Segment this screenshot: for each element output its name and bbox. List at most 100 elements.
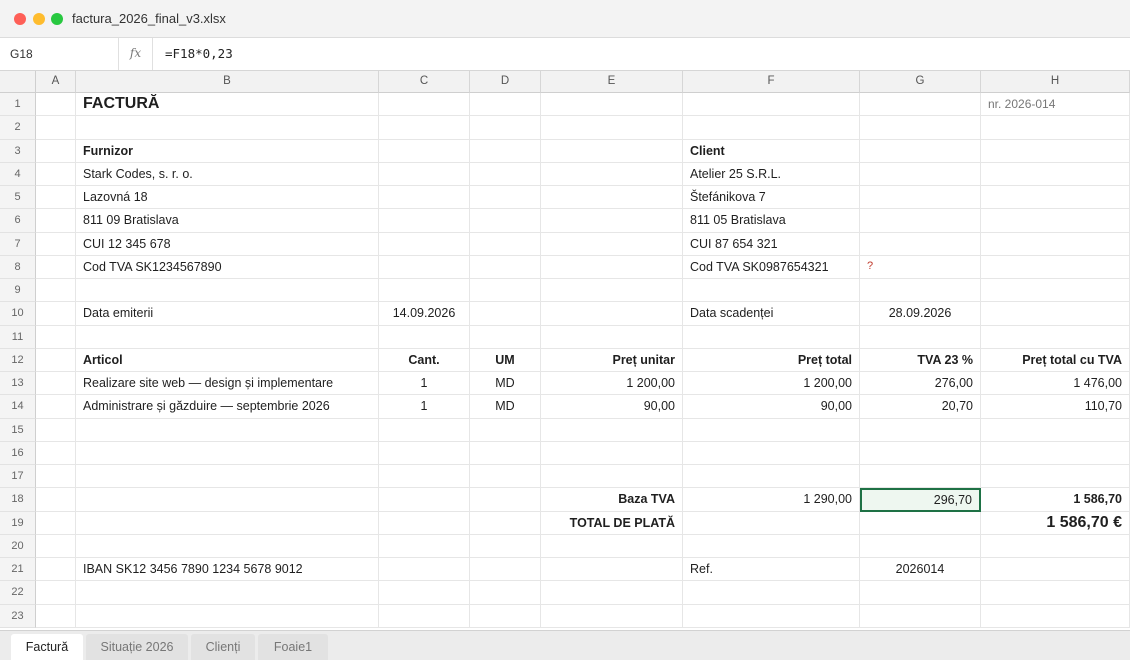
- cell-a5[interactable]: [36, 186, 76, 210]
- sheet-tab[interactable]: Factură: [11, 634, 83, 660]
- cell-c22[interactable]: [379, 581, 470, 605]
- cell-d18[interactable]: [470, 488, 541, 512]
- cell-c18[interactable]: [379, 488, 470, 512]
- cell-b2[interactable]: [76, 116, 379, 140]
- cell-b15[interactable]: [76, 418, 379, 442]
- cell-e15[interactable]: [541, 418, 683, 442]
- cell-f16[interactable]: [683, 441, 860, 465]
- cell-d16[interactable]: [470, 441, 541, 465]
- cell-g7[interactable]: [860, 232, 981, 256]
- cell-d4[interactable]: [470, 162, 541, 186]
- column-header-d[interactable]: D: [470, 71, 541, 93]
- row-header[interactable]: 12: [0, 348, 36, 372]
- cell-e11[interactable]: [541, 325, 683, 349]
- cell-g18[interactable]: 296,70: [860, 488, 981, 512]
- cell-b14[interactable]: Administrare și găzduire — septembrie 20…: [76, 395, 379, 419]
- cell-c23[interactable]: [379, 604, 470, 628]
- cell-a13[interactable]: [36, 372, 76, 396]
- cell-d14[interactable]: MD: [470, 395, 541, 419]
- column-header-f[interactable]: F: [683, 71, 860, 93]
- row-header[interactable]: 21: [0, 558, 36, 582]
- cell-f18[interactable]: 1 290,00: [683, 488, 860, 512]
- cell-a16[interactable]: [36, 441, 76, 465]
- cell-e3[interactable]: [541, 139, 683, 163]
- cell-g11[interactable]: [860, 325, 981, 349]
- cell-f7[interactable]: CUI 87 654 321: [683, 232, 860, 256]
- cell-b9[interactable]: [76, 279, 379, 303]
- cell-d2[interactable]: [470, 116, 541, 140]
- cell-f9[interactable]: [683, 279, 860, 303]
- cell-a21[interactable]: [36, 558, 76, 582]
- row-header[interactable]: 2: [0, 116, 36, 140]
- cell-e6[interactable]: [541, 209, 683, 233]
- cell-e9[interactable]: [541, 279, 683, 303]
- cell-e13[interactable]: 1 200,00: [541, 372, 683, 396]
- cell-g1[interactable]: [860, 93, 981, 117]
- cell-b8[interactable]: Cod TVA SK1234567890: [76, 255, 379, 279]
- cell-h2[interactable]: [981, 116, 1130, 140]
- cell-g9[interactable]: [860, 279, 981, 303]
- cell-a2[interactable]: [36, 116, 76, 140]
- cell-h12[interactable]: Preț total cu TVA: [981, 348, 1130, 372]
- row-header[interactable]: 10: [0, 302, 36, 326]
- row-header[interactable]: 20: [0, 534, 36, 558]
- cell-a14[interactable]: [36, 395, 76, 419]
- cell-b20[interactable]: [76, 534, 379, 558]
- row-header[interactable]: 15: [0, 418, 36, 442]
- cell-f6[interactable]: 811 05 Bratislava: [683, 209, 860, 233]
- cell-e17[interactable]: [541, 465, 683, 489]
- cell-e7[interactable]: [541, 232, 683, 256]
- cell-e20[interactable]: [541, 534, 683, 558]
- cell-d21[interactable]: [470, 558, 541, 582]
- cell-f8[interactable]: Cod TVA SK0987654321: [683, 255, 860, 279]
- cell-b19[interactable]: [76, 511, 379, 535]
- name-box[interactable]: G18: [0, 38, 119, 70]
- maximize-window-button[interactable]: [51, 13, 63, 25]
- cell-a22[interactable]: [36, 581, 76, 605]
- cell-h14[interactable]: 110,70: [981, 395, 1130, 419]
- cell-b4[interactable]: Stark Codes, s. r. o.: [76, 162, 379, 186]
- cell-a12[interactable]: [36, 348, 76, 372]
- formula-input[interactable]: =F18*0,23: [165, 46, 233, 61]
- row-header[interactable]: 16: [0, 441, 36, 465]
- cell-a9[interactable]: [36, 279, 76, 303]
- cell-e18[interactable]: Baza TVA: [541, 488, 683, 512]
- column-header-c[interactable]: C: [379, 71, 470, 93]
- cell-c10[interactable]: 14.09.2026: [379, 302, 470, 326]
- cell-a8[interactable]: [36, 255, 76, 279]
- row-header[interactable]: 18: [0, 488, 36, 512]
- cell-d13[interactable]: MD: [470, 372, 541, 396]
- cell-d10[interactable]: [470, 302, 541, 326]
- cell-g17[interactable]: [860, 465, 981, 489]
- cell-d8[interactable]: [470, 255, 541, 279]
- row-header[interactable]: 6: [0, 209, 36, 233]
- cell-d7[interactable]: [470, 232, 541, 256]
- cell-f20[interactable]: [683, 534, 860, 558]
- cell-e12[interactable]: Preț unitar: [541, 348, 683, 372]
- cell-b18[interactable]: [76, 488, 379, 512]
- row-header[interactable]: 8: [0, 255, 36, 279]
- cell-a6[interactable]: [36, 209, 76, 233]
- row-header[interactable]: 19: [0, 511, 36, 535]
- row-header[interactable]: 14: [0, 395, 36, 419]
- cell-b16[interactable]: [76, 441, 379, 465]
- cell-a11[interactable]: [36, 325, 76, 349]
- row-header[interactable]: 22: [0, 581, 36, 605]
- cell-a3[interactable]: [36, 139, 76, 163]
- cell-h7[interactable]: [981, 232, 1130, 256]
- cell-b12[interactable]: Articol: [76, 348, 379, 372]
- cell-c21[interactable]: [379, 558, 470, 582]
- cell-c11[interactable]: [379, 325, 470, 349]
- cell-e14[interactable]: 90,00: [541, 395, 683, 419]
- cell-g15[interactable]: [860, 418, 981, 442]
- cell-d9[interactable]: [470, 279, 541, 303]
- row-header[interactable]: 7: [0, 232, 36, 256]
- cell-d17[interactable]: [470, 465, 541, 489]
- cell-f3[interactable]: Client: [683, 139, 860, 163]
- cell-c17[interactable]: [379, 465, 470, 489]
- cell-a20[interactable]: [36, 534, 76, 558]
- cell-f23[interactable]: [683, 604, 860, 628]
- select-all-corner[interactable]: [0, 71, 36, 93]
- cell-e5[interactable]: [541, 186, 683, 210]
- row-header[interactable]: 13: [0, 372, 36, 396]
